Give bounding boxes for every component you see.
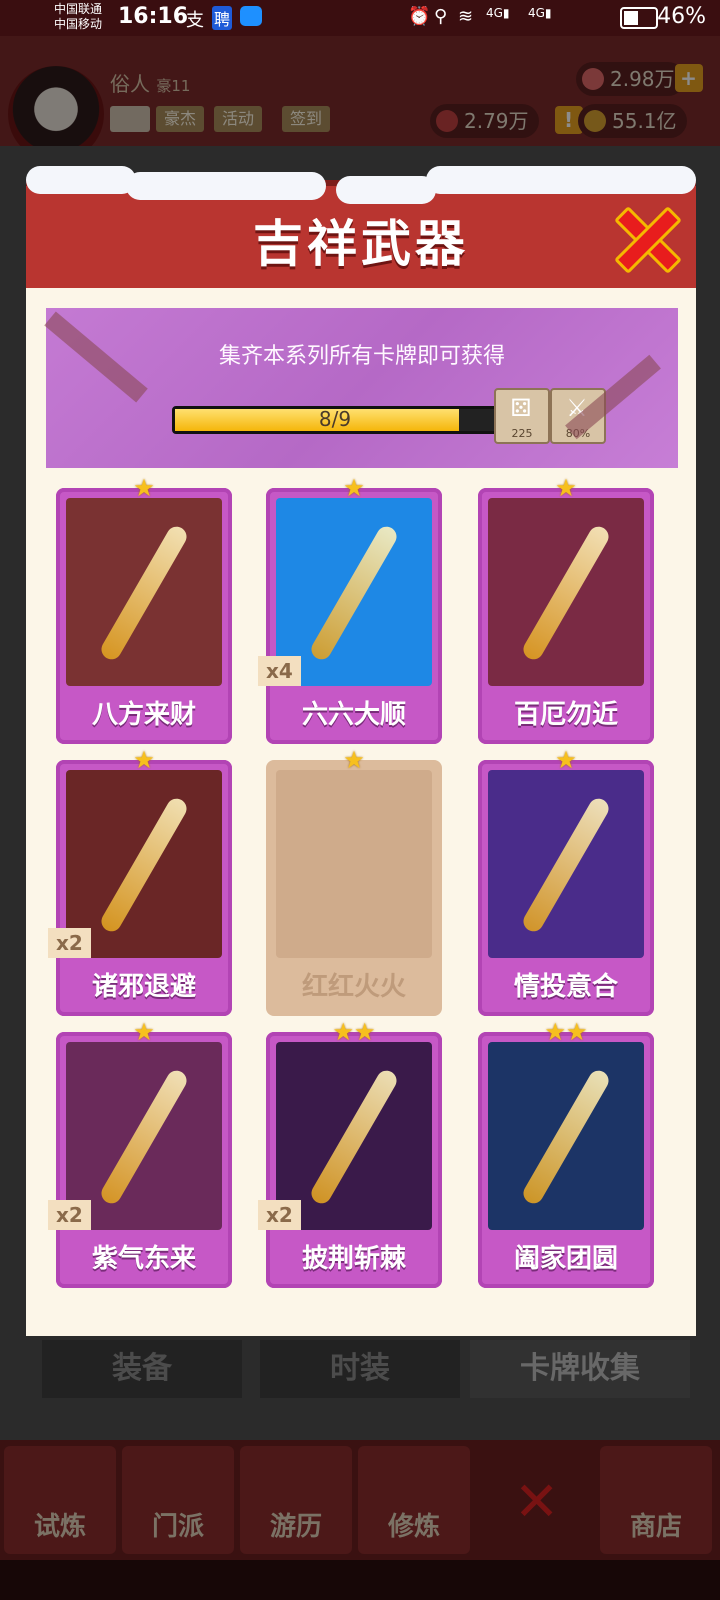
weapon-card-name: 阖家团圆	[513, 1244, 618, 1274]
carrier-info: 中国联通 中国移动	[54, 2, 102, 32]
weapon-card[interactable]: ★ 紫气东来 x2	[48, 1020, 232, 1288]
collection-progress-bar: 8/9	[172, 406, 498, 434]
card-count-badge: x2	[48, 928, 91, 958]
weapon-card[interactable]: ★ 情投意合	[478, 748, 654, 1016]
banner-text: 集齐本系列所有卡牌即可获得	[218, 344, 505, 369]
weapon-icon	[97, 1067, 191, 1207]
weapon-card-name: 紫气东来	[91, 1244, 196, 1274]
star-rating: ★★	[332, 1018, 376, 1046]
weapon-icon	[519, 523, 613, 663]
dice-icon: ⚄	[510, 394, 532, 422]
close-button[interactable]	[614, 206, 682, 274]
battery-icon	[620, 7, 658, 29]
weapon-card-name: 百厄勿近	[513, 700, 618, 730]
snow-decoration	[26, 166, 136, 194]
card-count-badge: x4	[258, 656, 301, 686]
card-set-dialog: 吉祥武器 集齐本系列所有卡牌即可获得 8/9 ⚄ 225 ⚔ 80% ★ 八方来财…	[26, 166, 696, 1336]
weapon-icon	[519, 795, 613, 935]
star-rating: ★	[555, 746, 577, 774]
weapon-card-art	[488, 498, 644, 686]
snow-decoration	[426, 166, 696, 194]
weapon-card[interactable]: ★ 红红火火	[266, 748, 442, 1016]
weapon-card[interactable]: ★ 百厄勿近	[478, 476, 654, 744]
card-count-badge: x2	[48, 1200, 91, 1230]
dialog-title: 吉祥武器	[253, 215, 469, 273]
star-rating: ★	[133, 474, 155, 502]
weapon-card-art	[488, 1042, 644, 1230]
signal-4g-icon-1: 4G▮	[486, 6, 510, 20]
weapon-icon	[307, 523, 401, 663]
weapon-card-art-locked	[276, 770, 432, 958]
recruit-app-icon: 聘	[212, 6, 233, 30]
signal-4g-icon-2: 4G▮	[528, 6, 552, 20]
weapon-card[interactable]: ★ 八方来财	[56, 476, 232, 744]
snow-decoration	[126, 172, 326, 200]
alarm-icon: ⏰	[408, 6, 431, 27]
location-icon: ⚲	[434, 6, 448, 27]
weapon-card[interactable]: ★ 六六大顺 x4	[258, 476, 442, 744]
reward-item-sword[interactable]: ⚔ 80%	[550, 388, 606, 444]
alipay-icon: 支	[186, 10, 204, 31]
carrier-1: 中国联通	[54, 2, 103, 16]
weapon-card-art	[66, 498, 222, 686]
star-rating: ★	[133, 746, 155, 774]
cloud-app-icon	[240, 6, 262, 26]
weapon-card-name: 红红火火	[301, 972, 406, 1002]
star-rating: ★	[555, 474, 577, 502]
star-rating: ★	[133, 1018, 155, 1046]
snow-decoration	[336, 176, 436, 204]
weapon-card-art	[488, 770, 644, 958]
reward-dice-value: 225	[511, 427, 533, 440]
set-reward-banner: 集齐本系列所有卡牌即可获得 8/9 ⚄ 225 ⚔ 80%	[46, 308, 678, 468]
weapon-card-name: 六六大顺	[301, 700, 406, 730]
weapon-icon	[97, 523, 191, 663]
card-count-badge: x2	[258, 1200, 301, 1230]
weapon-card-name: 披荆斩棘	[301, 1244, 406, 1274]
weapon-card-name: 诸邪退避	[91, 972, 196, 1002]
star-rating: ★★	[544, 1018, 588, 1046]
weapon-card-name: 八方来财	[91, 700, 196, 730]
star-rating: ★	[343, 474, 365, 502]
dialog-header: 吉祥武器	[26, 166, 696, 288]
wifi-icon: ≋	[458, 6, 474, 27]
weapon-card-name: 情投意合	[513, 972, 618, 1002]
reward-item-dice[interactable]: ⚄ 225	[494, 388, 550, 444]
dialog-body: 集齐本系列所有卡牌即可获得 8/9 ⚄ 225 ⚔ 80% ★ 八方来财 ★ 六六大顺…	[26, 288, 696, 1336]
reward-sword-value: 80%	[565, 427, 591, 440]
weapon-card[interactable]: ★★ 阖家团圆	[478, 1020, 654, 1288]
battery-percent: 46%	[657, 4, 706, 29]
star-rating: ★	[343, 746, 365, 774]
progress-label: 8/9	[318, 407, 352, 431]
weapon-icon	[97, 795, 191, 935]
status-bar: 中国联通 中国移动 16:16 支 聘 ⏰ ⚲ ≋ 4G▮ 4G▮ 46%	[0, 0, 720, 36]
weapon-card[interactable]: ★★ 披荆斩棘 x2	[258, 1020, 442, 1288]
clock: 16:16	[118, 4, 189, 29]
weapon-icon	[519, 1067, 613, 1207]
weapon-icon	[307, 1067, 401, 1207]
sword-icon: ⚔	[566, 394, 588, 422]
carrier-2: 中国移动	[54, 17, 103, 31]
weapon-card[interactable]: ★ 诸邪退避 x2	[48, 748, 232, 1016]
